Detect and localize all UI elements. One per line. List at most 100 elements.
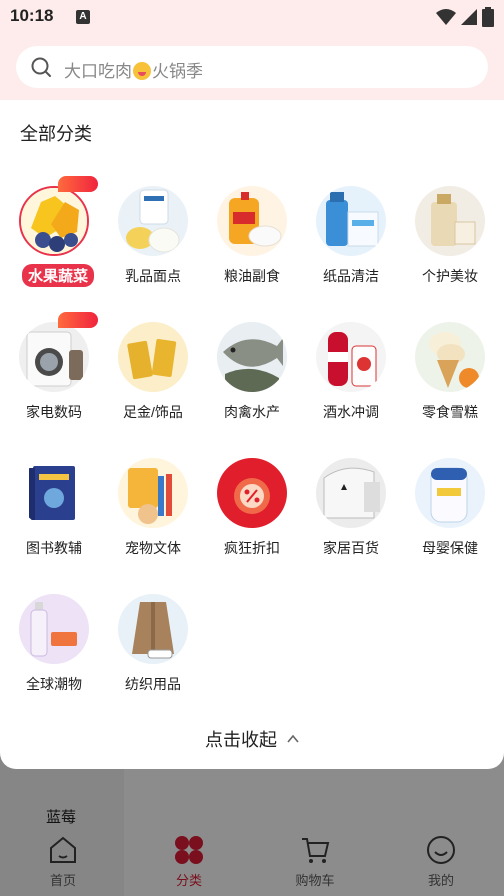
cosmetics-image	[415, 186, 485, 256]
category-crazy-discount[interactable]: 疯狂折扣	[202, 458, 302, 578]
category-meat-seafood[interactable]: 肉禽水产	[202, 322, 302, 442]
category-image	[316, 186, 386, 256]
fish-image	[217, 322, 287, 392]
category-home-goods[interactable]: 家居百货	[301, 458, 401, 578]
battery-icon	[482, 7, 494, 27]
category-image	[415, 186, 485, 256]
category-pets-stationery[interactable]: 宠物文体	[103, 458, 203, 578]
dairy-image	[118, 186, 188, 256]
category-image	[19, 458, 89, 528]
category-label: 水果蔬菜	[22, 264, 94, 287]
wifi-icon	[436, 9, 456, 25]
category-image	[19, 322, 89, 392]
category-image	[415, 322, 485, 392]
book-image	[19, 458, 89, 528]
category-grid-icon	[175, 836, 203, 864]
signal-icon	[461, 9, 477, 25]
category-image	[19, 594, 89, 664]
category-drinks[interactable]: 酒水冲调	[301, 322, 401, 442]
category-image	[217, 322, 287, 392]
nav-category[interactable]: 分类	[144, 834, 234, 894]
category-books[interactable]: 图书教辅	[4, 458, 104, 578]
search-placeholder-part2: 火锅季	[152, 62, 203, 81]
category-label: 足金/饰品	[123, 404, 183, 420]
nav-cart[interactable]: 购物车	[270, 834, 360, 894]
category-label: 全球潮物	[26, 676, 82, 692]
category-image	[118, 594, 188, 664]
category-label: 母婴保健	[422, 540, 478, 556]
category-label: 家居百货	[323, 540, 379, 556]
search-icon	[31, 57, 51, 77]
category-label: 家电数码	[26, 404, 82, 420]
header: 10:18 A 大口吃肉 火锅季	[0, 0, 504, 100]
category-grain-oil[interactable]: 粮油副食	[202, 186, 302, 306]
promo-badge	[58, 176, 98, 192]
category-dairy-pastry[interactable]: 乳品面点	[103, 186, 203, 306]
category-image	[316, 322, 386, 392]
promo-badge	[58, 312, 98, 328]
icecream-image	[415, 322, 485, 392]
bottom-navigation: 首页 分类 购物车 我的	[0, 826, 504, 896]
paper-image	[316, 186, 386, 256]
nav-home-label: 首页	[49, 873, 76, 888]
formula-image	[415, 458, 485, 528]
category-gold-jewelry[interactable]: 足金/饰品	[103, 322, 203, 442]
cola-image	[316, 322, 386, 392]
category-image	[415, 458, 485, 528]
category-image	[217, 458, 287, 528]
category-image	[118, 186, 188, 256]
nav-category-label: 分类	[175, 873, 202, 888]
category-snacks-icecream[interactable]: 零食雪糕	[400, 322, 500, 442]
category-label: 疯狂折扣	[224, 540, 280, 556]
nav-home[interactable]: 首页	[18, 834, 108, 894]
category-image	[118, 322, 188, 392]
coat-image	[118, 594, 188, 664]
category-fruits-vegetables[interactable]: 水果蔬菜	[4, 176, 104, 306]
category-textiles[interactable]: 纺织用品	[103, 594, 203, 714]
category-label: 个护美妆	[422, 268, 478, 284]
search-input[interactable]: 大口吃肉 火锅季	[16, 46, 488, 88]
gold-image	[118, 322, 188, 392]
category-label: 粮油副食	[224, 268, 280, 284]
collapse-button[interactable]: 点击收起	[0, 726, 504, 752]
washer-image	[19, 322, 89, 392]
category-label: 纺织用品	[125, 676, 181, 692]
yum-emoji-icon	[133, 62, 151, 80]
panel-title: 全部分类	[20, 124, 92, 144]
category-paper-cleaning[interactable]: 纸品清洁	[301, 186, 401, 306]
collapse-label: 点击收起	[205, 730, 277, 750]
nav-cart-label: 购物车	[295, 873, 335, 888]
category-mother-baby[interactable]: 母婴保健	[400, 458, 500, 578]
nav-profile-label: 我的	[427, 873, 454, 888]
category-image	[19, 186, 89, 256]
fruit-image	[21, 188, 87, 254]
category-personal-care[interactable]: 个护美妆	[400, 186, 500, 306]
category-global-trends[interactable]: 全球潮物	[4, 594, 104, 714]
skincare-image	[19, 594, 89, 664]
category-label: 图书教辅	[26, 540, 82, 556]
status-time: 10:18	[10, 6, 54, 25]
status-icons	[436, 7, 494, 27]
nav-profile[interactable]: 我的	[396, 834, 486, 894]
home-icon	[50, 836, 76, 863]
discount-image	[217, 458, 287, 528]
home-image	[316, 458, 386, 528]
category-appliances-digital[interactable]: 家电数码	[4, 312, 104, 442]
category-label: 零食雪糕	[422, 404, 478, 420]
category-label: 肉禽水产	[224, 404, 280, 420]
oil-image	[217, 186, 287, 256]
pet-image	[118, 458, 188, 528]
chevron-up-icon	[287, 734, 299, 743]
category-image	[316, 458, 386, 528]
category-panel: 全部分类 水果蔬菜 乳品面点 粮油副食 纸品清洁 个护美妆 家电数码 足金/饰品…	[0, 100, 504, 769]
smile-icon	[427, 836, 455, 864]
category-image	[118, 458, 188, 528]
category-label: 乳品面点	[125, 268, 181, 284]
category-label: 酒水冲调	[323, 404, 379, 420]
category-label: 纸品清洁	[323, 268, 379, 284]
category-image	[217, 186, 287, 256]
search-placeholder: 大口吃肉 火锅季	[64, 57, 203, 82]
cart-icon	[302, 838, 330, 863]
notification-icon: A	[76, 10, 90, 24]
search-placeholder-part1: 大口吃肉	[64, 62, 132, 81]
